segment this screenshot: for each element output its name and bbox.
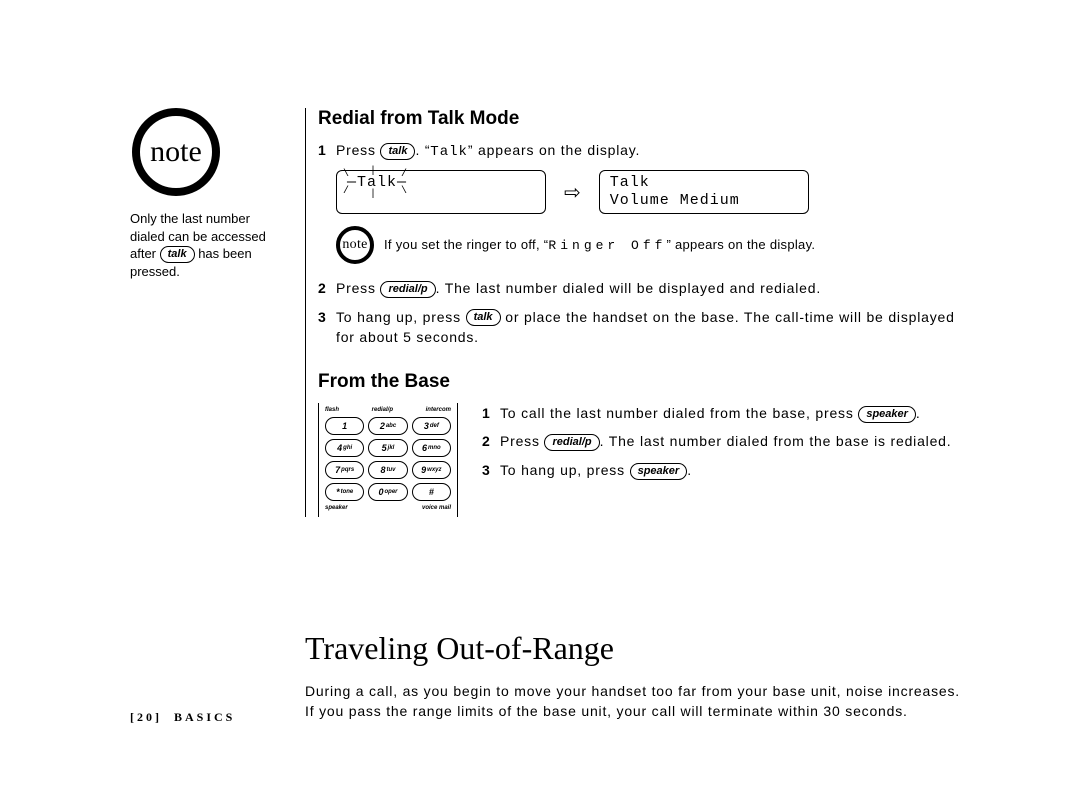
lcd-right: Talk Volume Medium (599, 170, 809, 214)
talk-button-pill: talk (160, 246, 195, 263)
keypad-key: 4ghi (325, 439, 364, 457)
redial-button-pill: redial/p (380, 281, 435, 298)
lcd-left: —Talk— \ / / \ | | (336, 170, 546, 214)
keypad-key: 2abc (368, 417, 407, 435)
talk-button-pill: talk (380, 143, 415, 160)
main-content: Redial from Talk Mode 1 Press talk. “Tal… (305, 108, 960, 517)
sidebar-note-text: Only the last number dialed can be acces… (130, 210, 285, 281)
keypad-key: 8tuv (368, 461, 407, 479)
inline-note: note If you set the ringer to off, “Ring… (336, 226, 960, 264)
base-step-2: 2 Press redial/p. The last number dialed… (482, 431, 960, 451)
keypad-key: 3def (412, 417, 451, 435)
keypad-key: 7pqrs (325, 461, 364, 479)
note-circle-small-icon: note (336, 226, 374, 264)
keypad-key: *tone (325, 483, 364, 501)
keypad-key: # (412, 483, 451, 501)
keypad-key: 6mno (412, 439, 451, 457)
keypad-key: 0oper (368, 483, 407, 501)
talk-button-pill: talk (466, 309, 501, 326)
keypad-key: 9wxyz (412, 461, 451, 479)
arrow-right-icon: ⇨ (564, 180, 581, 205)
note-circle-icon: note (132, 108, 220, 196)
sidebar-note: note Only the last number dialed can be … (130, 108, 285, 281)
keypad-illustration: flash redial/p intercom 12abc3def4ghi5jk… (318, 403, 458, 517)
lcd-displays: —Talk— \ / / \ | | ⇨ Talk Volume Medium (336, 170, 960, 214)
heading-redial: Redial from Talk Mode (318, 108, 960, 130)
note-label: note (150, 135, 202, 169)
base-step-3: 3 To hang up, press speaker. (482, 460, 960, 480)
body-out-of-range: During a call, as you begin to move your… (305, 681, 960, 722)
step-3: 3 To hang up, press talk or place the ha… (318, 307, 960, 348)
keypad-key: 1 (325, 417, 364, 435)
heading-from-base: From the Base (318, 371, 960, 393)
step-1: 1 Press talk. “Talk” appears on the disp… (318, 140, 960, 162)
speaker-button-pill: speaker (630, 463, 688, 480)
redial-button-pill: redial/p (544, 434, 599, 451)
base-step-1: 1 To call the last number dialed from th… (482, 403, 960, 423)
speaker-button-pill: speaker (858, 406, 916, 423)
heading-out-of-range: Traveling Out-of-Range (305, 630, 960, 667)
step-2: 2 Press redial/p. The last number dialed… (318, 278, 960, 298)
keypad-key: 5jkl (368, 439, 407, 457)
section-out-of-range: Traveling Out-of-Range During a call, as… (305, 600, 960, 722)
